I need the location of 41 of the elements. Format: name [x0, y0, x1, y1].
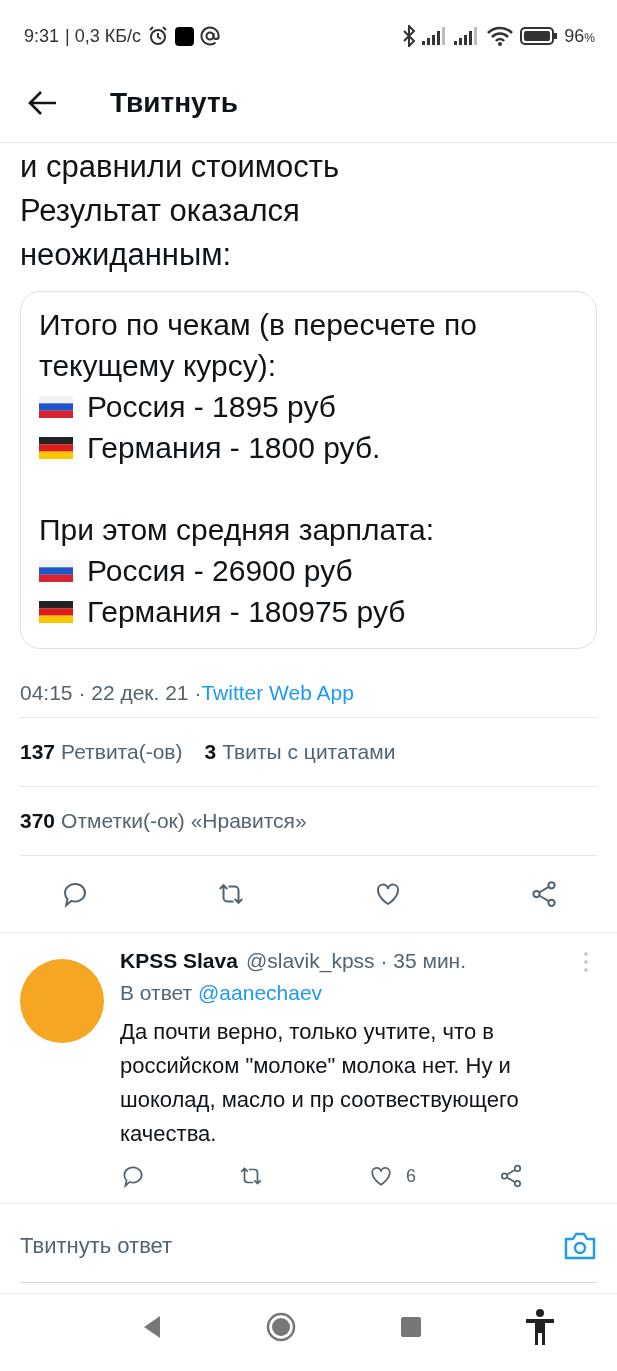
- share-icon[interactable]: [529, 879, 559, 909]
- tweet-timestamp: 04:15 · 22 дек. 21 ·: [20, 681, 202, 705]
- card-text: При этом средняя зарплата:: [39, 512, 434, 548]
- like-count: 6: [406, 1165, 416, 1187]
- wifi-icon: [486, 26, 515, 46]
- stat-count[interactable]: 3 Твиты с цитатами: [204, 740, 396, 764]
- accessibility-icon[interactable]: [524, 1309, 555, 1345]
- germany-flag-icon: [39, 600, 73, 623]
- network-speed: | 0,3 КБ/с: [65, 25, 142, 47]
- card-text: Россия - 1895 руб: [87, 389, 336, 425]
- stat-count[interactable]: 137 Ретвита(-ов): [20, 740, 183, 764]
- russia-flag-icon: [39, 559, 73, 582]
- clock-time: 9:31: [24, 25, 60, 47]
- at-sign-icon: [200, 26, 221, 46]
- likes-count[interactable]: 370 Отметки(-ок) «Нравится»: [20, 809, 307, 833]
- battery-level: 96%: [564, 25, 595, 47]
- back-nav-icon[interactable]: [142, 1314, 163, 1340]
- reply-to-label: В ответ: [120, 981, 193, 1004]
- card-text: текущему курсу):: [39, 348, 276, 384]
- home-nav-icon[interactable]: [266, 1312, 297, 1342]
- tweet-text: неожиданным:: [20, 236, 233, 274]
- battery-icon: [520, 27, 559, 45]
- card-text: Россия - 26900 руб: [87, 553, 353, 589]
- tweet-text: Результат оказался: [20, 192, 301, 230]
- card-text: Итого по чекам (в пересчете по: [39, 307, 477, 343]
- card-text: Германия - 180975 руб: [87, 594, 406, 630]
- bluetooth-icon: [402, 25, 417, 47]
- reply-input-field[interactable]: Твитнуть ответ: [20, 1233, 563, 1259]
- germany-flag-icon: [39, 436, 73, 459]
- reply-text: Да почти верно, только учтите, что в российском "молоке" молока нет. Ну и шоколад, масло и пр соотвествующего качества.: [120, 1018, 520, 1148]
- author-handle: @slavik_kpss · 35 мин.: [245, 949, 467, 973]
- camera-icon[interactable]: [563, 1231, 597, 1261]
- author-name[interactable]: KPSS Slava: [120, 949, 238, 973]
- russia-flag-icon: [39, 395, 73, 418]
- share-icon[interactable]: [498, 1163, 524, 1189]
- card-text: Германия - 1800 руб.: [87, 430, 381, 466]
- page-title: Твитнуть: [110, 87, 238, 119]
- recents-nav-icon[interactable]: [400, 1317, 421, 1337]
- app-icon: [175, 26, 195, 46]
- back-arrow-icon[interactable]: [28, 90, 58, 116]
- tweet-text: и сравнили стоимость: [20, 148, 341, 186]
